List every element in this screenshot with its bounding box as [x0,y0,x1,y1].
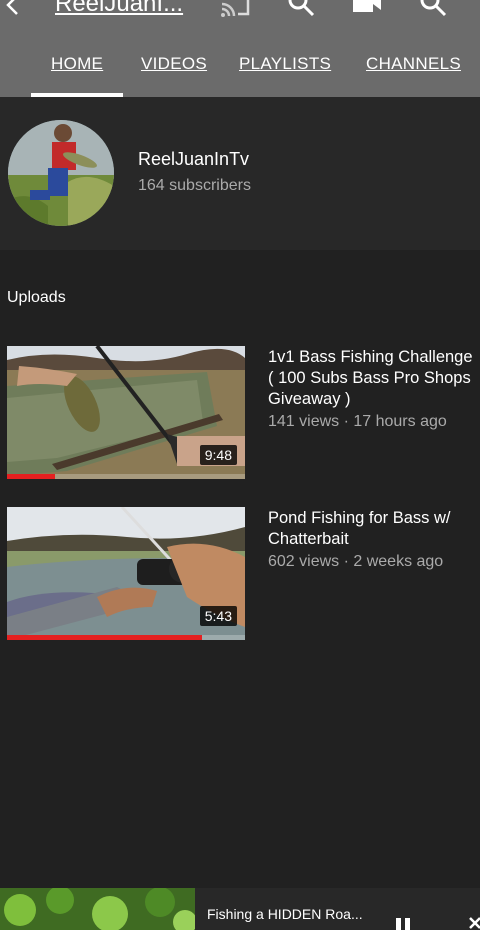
channel-name: ReelJuanInTv [138,149,250,169]
search-icon[interactable] [418,0,448,18]
tab-home[interactable]: HOME [51,54,103,74]
camera-icon[interactable] [352,0,382,14]
cast-icon[interactable] [220,0,252,18]
tab-videos[interactable]: VIDEOS [141,54,207,74]
subscriber-count: 164 subscribers [138,177,251,194]
tab-channels[interactable]: CHANNELS [366,54,461,74]
app-bar: ReelJuanI... HOME VIDEOS PLAYLISTS CHANN… [0,0,480,97]
video-duration: 9:48 [199,445,237,465]
video-meta: 602 views · 2 weeks ago [268,553,444,570]
uploads-heading: Uploads [7,289,66,306]
watch-progress-fill [7,474,55,479]
watch-progress-track [7,635,245,640]
video-thumbnail[interactable]: 9:48 [7,346,245,479]
channel-avatar[interactable] [8,120,114,226]
video-title[interactable]: Pond Fishing for Bass w/ Chatterbait [268,508,480,550]
channel-header: ReelJuanInTv 164 subscribers [0,97,480,250]
video-duration: 5:43 [199,606,237,626]
video-thumbnail[interactable]: 5:43 [7,507,245,640]
avatar-image [8,120,114,226]
back-arrow-icon[interactable] [2,0,24,16]
app-bar-title: ReelJuanI... [55,0,184,17]
mini-player-thumbnail[interactable] [0,888,195,930]
app-bar-row: ReelJuanI... [0,0,480,24]
search-icon[interactable] [286,0,316,18]
mini-player[interactable]: Fishing a HIDDEN Roa... [0,888,480,930]
mini-player-title: Fishing a HIDDEN Roa... [207,906,363,922]
pause-icon[interactable] [393,918,413,930]
video-title[interactable]: 1v1 Bass Fishing Challenge ( 100 Subs Ba… [268,347,480,410]
channel-tabs: HOME VIDEOS PLAYLISTS CHANNELS [0,44,480,97]
mini-thumbnail-image [0,888,195,930]
watch-progress-track [7,474,245,479]
watch-progress-fill [7,635,203,640]
video-meta: 141 views · 17 hours ago [268,413,447,430]
video-item[interactable]: 5:43 Pond Fishing for Bass w/ Chatterbai… [0,507,480,642]
video-item[interactable]: 9:48 1v1 Bass Fishing Challenge ( 100 Su… [0,346,480,481]
tab-playlists[interactable]: PLAYLISTS [239,54,331,74]
close-icon[interactable] [468,916,480,930]
